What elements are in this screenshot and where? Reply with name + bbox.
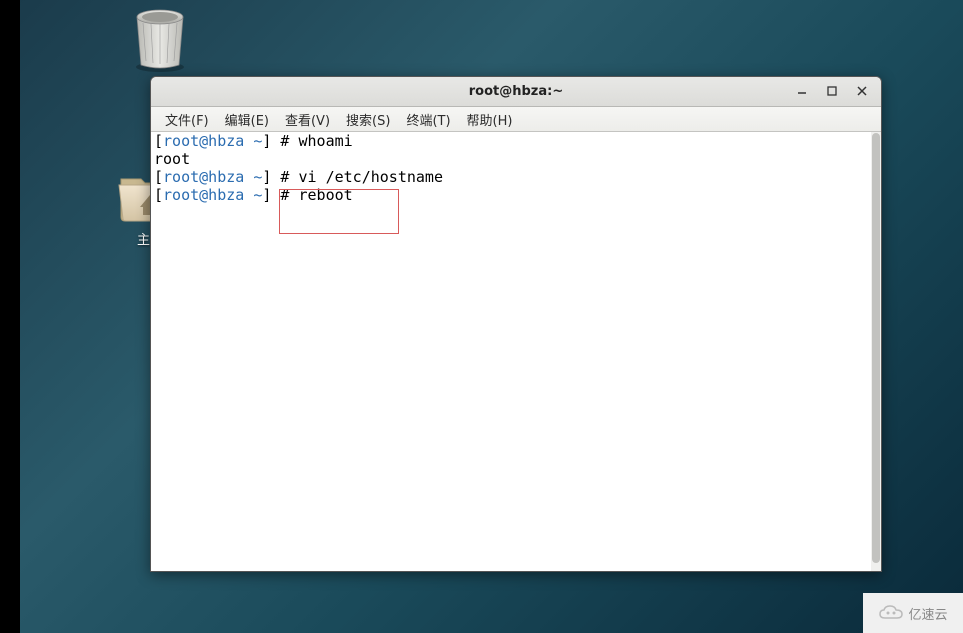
menu-file[interactable]: 文件(F): [157, 107, 217, 132]
maximize-button[interactable]: [817, 80, 847, 102]
menu-terminal[interactable]: 终端(T): [398, 107, 458, 132]
scrollbar[interactable]: [871, 132, 881, 571]
menu-view[interactable]: 查看(V): [277, 107, 338, 132]
desktop: 回 主文 root@hbza:~: [0, 0, 963, 633]
close-button[interactable]: [847, 80, 877, 102]
terminal-line-1: [root@hbza ~] # whoami: [154, 132, 878, 150]
menu-help[interactable]: 帮助(H): [459, 107, 521, 132]
terminal-line-2: root: [154, 150, 878, 168]
window-controls: [787, 80, 877, 102]
menu-search[interactable]: 搜索(S): [338, 107, 398, 132]
menu-edit[interactable]: 编辑(E): [217, 107, 277, 132]
scrollbar-thumb[interactable]: [872, 133, 880, 563]
minimize-button[interactable]: [787, 80, 817, 102]
titlebar[interactable]: root@hbza:~: [151, 77, 881, 107]
window-title: root@hbza:~: [151, 84, 881, 99]
terminal-line-4: [root@hbza ~] # reboot: [154, 186, 878, 204]
watermark-text: 亿速云: [908, 604, 947, 623]
menubar: 文件(F) 编辑(E) 查看(V) 搜索(S) 终端(T) 帮助(H): [151, 107, 881, 132]
terminal-window: root@hbza:~ 文件(F) 编辑(E) 查看(V) 搜索(S) 终端(T…: [150, 76, 882, 572]
terminal-body[interactable]: [root@hbza ~] # whoami root [root@hbza ~…: [151, 132, 881, 571]
cloud-icon: [878, 604, 904, 622]
watermark: 亿速云: [863, 593, 963, 633]
trash-icon: [129, 5, 191, 73]
terminal-line-3: [root@hbza ~] # vi /etc/hostname: [154, 168, 878, 186]
